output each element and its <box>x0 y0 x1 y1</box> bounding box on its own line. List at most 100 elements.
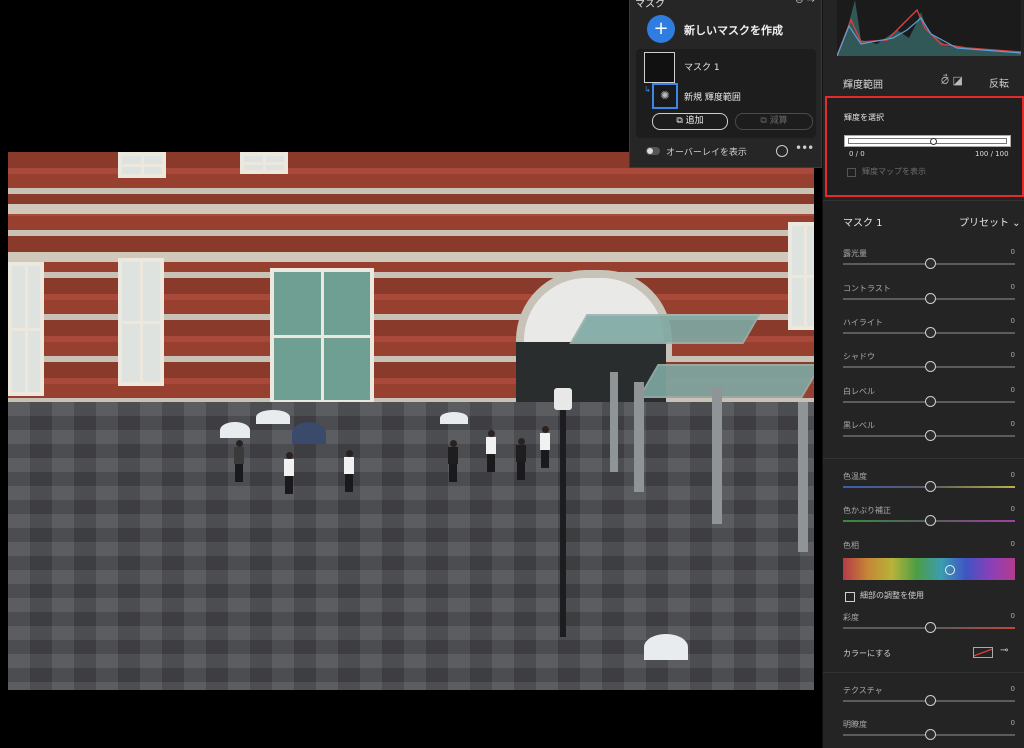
lamp <box>554 388 572 410</box>
slider-value[interactable]: 0 <box>1011 351 1015 359</box>
slider-label: テクスチャ <box>843 686 883 695</box>
slider-value[interactable]: 0 <box>1011 283 1015 291</box>
slider-thumb[interactable] <box>925 622 936 633</box>
umbrella <box>220 422 250 438</box>
window <box>8 262 44 396</box>
more-options-icon[interactable]: ••• <box>795 141 814 155</box>
show-luminance-map-checkbox[interactable] <box>847 168 856 177</box>
luminance-select-box: 輝度を選択 0 / 0 100 / 100 輝度マップを表示 <box>825 96 1024 197</box>
show-luminance-map-label: 輝度マップを表示 <box>862 167 926 176</box>
slider-label: 黒レベル <box>843 421 875 430</box>
clarity-slider[interactable]: 明瞭度 0 <box>843 719 1015 743</box>
slider-value[interactable]: 0 <box>1011 420 1015 428</box>
range-min-value: 0 / 0 <box>849 150 865 158</box>
texture-slider[interactable]: テクスチャ 0 <box>843 685 1015 709</box>
slider-value[interactable]: 0 <box>1011 685 1015 693</box>
overlay-toggle[interactable] <box>646 147 660 155</box>
mask-thumbnail[interactable] <box>644 52 675 83</box>
slider-value[interactable]: 0 <box>1011 471 1015 479</box>
umbrella <box>644 634 688 660</box>
slider-label: 色かぶり補正 <box>843 506 891 515</box>
person <box>234 440 244 482</box>
whites-slider[interactable]: 白レベル 0 <box>843 386 1015 410</box>
window <box>118 152 166 178</box>
slider-label: ハイライト <box>843 318 883 327</box>
panel-header-icons[interactable]: ⊖ → <box>795 0 815 6</box>
link-icon: ↳ <box>644 85 651 94</box>
add-label: 追加 <box>685 116 704 126</box>
lamp-post <box>560 392 566 637</box>
luminance-select-title: 輝度を選択 <box>844 113 884 122</box>
canopy-post <box>610 372 618 472</box>
plaza <box>8 402 814 690</box>
create-mask-label[interactable]: 新しいマスクを作成 <box>684 22 783 38</box>
mask-list: マスク 1 ↳ ✺ 新規 輝度範囲 ⧉ 追加 ⧉ 減算 <box>636 49 816 138</box>
umbrella <box>292 422 326 444</box>
color-picker-icon[interactable]: ⊸ <box>1000 645 1008 656</box>
create-mask-button[interactable]: + <box>647 15 675 43</box>
slider-thumb[interactable] <box>925 430 936 441</box>
person <box>486 430 496 472</box>
slider-value[interactable]: 0 <box>1011 317 1015 325</box>
slider-thumb[interactable] <box>925 481 936 492</box>
subtract-label: 減算 <box>769 116 788 126</box>
slider-label: コントラスト <box>843 284 891 293</box>
slider-label: 色温度 <box>843 472 867 481</box>
window <box>240 152 288 174</box>
saturation-slider[interactable]: 彩度 0 <box>843 612 1015 636</box>
slider-value[interactable]: 0 <box>1011 540 1015 548</box>
fine-adjust-checkbox[interactable] <box>845 592 855 602</box>
tint-slider[interactable]: 色かぶり補正 0 <box>843 505 1015 529</box>
invert-label[interactable]: 反転 <box>989 75 1009 90</box>
color-swatch[interactable] <box>973 647 993 658</box>
slider-value[interactable]: 0 <box>1011 719 1015 727</box>
window <box>270 268 374 404</box>
range-feather-handle[interactable] <box>930 138 937 145</box>
hue-slider[interactable] <box>843 558 1015 580</box>
contrast-slider[interactable]: コントラスト 0 <box>843 283 1015 307</box>
glass-canopy <box>638 364 814 398</box>
slider-label: 露光量 <box>843 249 867 258</box>
slider-thumb[interactable] <box>925 258 936 269</box>
slider-thumb[interactable] <box>925 361 936 372</box>
overlay-label: オーバーレイを表示 <box>666 148 747 158</box>
slider-thumb[interactable] <box>925 515 936 526</box>
luminance-range-slider[interactable] <box>844 135 1011 147</box>
slider-thumb[interactable] <box>925 327 936 338</box>
umbrella <box>440 412 468 424</box>
mask-name[interactable]: マスク 1 <box>684 60 720 73</box>
divider <box>823 672 1024 673</box>
slider-value[interactable]: 0 <box>1011 505 1015 513</box>
glass-canopy <box>569 314 761 344</box>
mask-panel-title: マスク <box>635 0 665 10</box>
shadows-slider[interactable]: シャドウ 0 <box>843 351 1015 375</box>
photo-image[interactable] <box>8 152 814 690</box>
colorize-label: カラーにする <box>843 649 892 658</box>
person <box>284 452 294 494</box>
eyedropper-icon[interactable]: ⦳ ◪ <box>941 74 963 88</box>
slider-value[interactable]: 0 <box>1011 248 1015 256</box>
slider-thumb[interactable] <box>925 396 936 407</box>
slider-value[interactable]: 0 <box>1011 612 1015 620</box>
person <box>448 440 458 482</box>
preset-dropdown[interactable]: プリセット ⌄ <box>959 214 1021 229</box>
exposure-slider[interactable]: 露光量 0 <box>843 248 1015 272</box>
luminance-range-icon[interactable]: ✺ <box>652 83 678 109</box>
slider-value[interactable]: 0 <box>1011 386 1015 394</box>
highlights-slider[interactable]: ハイライト 0 <box>843 317 1015 341</box>
component-name[interactable]: 新規 輝度範囲 <box>684 90 741 103</box>
histogram <box>837 0 1021 56</box>
canopy-post <box>634 382 644 492</box>
slider-thumb[interactable] <box>925 293 936 304</box>
slider-label: 明瞭度 <box>843 720 867 729</box>
mask-panel: マスク ⊖ → + 新しいマスクを作成 マスク 1 ↳ ✺ 新規 輝度範囲 ⧉ … <box>629 0 822 168</box>
overlay-settings-icon[interactable] <box>776 145 788 157</box>
slider-thumb[interactable] <box>925 695 936 706</box>
canopy-post <box>798 402 808 552</box>
slider-thumb[interactable] <box>925 729 936 740</box>
temperature-slider[interactable]: 色温度 0 <box>843 471 1015 495</box>
blacks-slider[interactable]: 黒レベル 0 <box>843 420 1015 444</box>
hue-thumb[interactable] <box>945 565 955 575</box>
subtract-button[interactable]: ⧉ 減算 <box>735 113 813 130</box>
add-button[interactable]: ⧉ 追加 <box>652 113 728 130</box>
